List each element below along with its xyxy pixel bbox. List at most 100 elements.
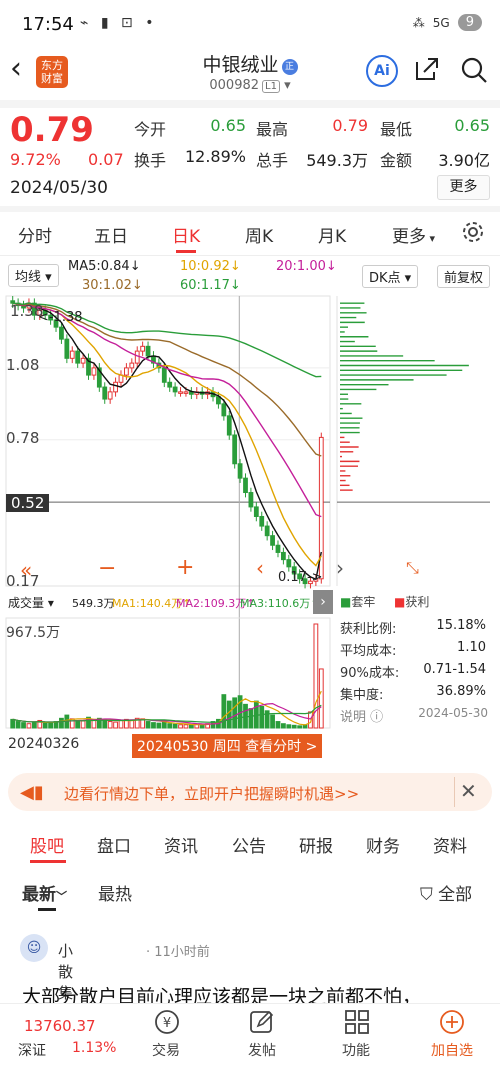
tab-research[interactable]: 研报	[299, 832, 333, 857]
fullscreen-icon[interactable]: ⤡	[406, 558, 419, 578]
chip-label-3: 90%成本:	[340, 662, 399, 681]
volume-bar	[157, 723, 161, 728]
nav-post[interactable]: 发帖	[232, 1040, 292, 1060]
chip-note[interactable]: 说明 ⓘ	[340, 706, 383, 725]
candle	[60, 327, 64, 339]
volume-bar	[27, 724, 31, 728]
volume-bar	[227, 701, 231, 728]
volume-max: 967.5万	[6, 622, 60, 642]
tab-monthly[interactable]: 月K	[318, 222, 346, 247]
price-axis-1: 1.08	[6, 356, 39, 374]
candle	[125, 368, 129, 375]
tab-news[interactable]: 资讯	[164, 832, 198, 857]
volume-bar	[271, 715, 275, 728]
volume-bar	[249, 709, 253, 728]
volume-bar	[76, 720, 80, 728]
feed-tab-hottest[interactable]: 最热	[98, 880, 132, 905]
volume-bar	[146, 722, 150, 728]
nav-functions[interactable]: 功能	[326, 1040, 386, 1060]
price-axis-2: 0.78	[6, 429, 39, 447]
candle	[146, 346, 150, 356]
volume-bar	[298, 726, 302, 728]
megaphone-icon: ◀▮	[20, 782, 44, 803]
high-marker: <-1.38	[38, 310, 83, 325]
more-quote-button[interactable]: 更多	[437, 175, 490, 200]
tab-profile[interactable]: 资料	[433, 832, 467, 857]
wifi-icon: ⁂	[413, 16, 425, 30]
volume-current: 549.3万	[72, 595, 115, 611]
chip-label-4: 集中度:	[340, 684, 383, 703]
volume-selector[interactable]: 成交量 ▾	[8, 594, 54, 611]
candle	[92, 368, 96, 375]
candle	[222, 404, 226, 416]
candle	[179, 392, 183, 394]
tab-daily[interactable]: 日K	[172, 222, 200, 247]
candle	[168, 382, 172, 387]
volume-bar	[11, 719, 15, 728]
open-label: 今开	[134, 116, 166, 140]
candle	[276, 545, 280, 552]
promo-banner[interactable]: ◀▮ 边看行情边下单，立即开户把握瞬时机遇>> ✕	[8, 773, 492, 811]
expand-chips-button[interactable]: ›	[313, 590, 333, 614]
change-amount: 0.07	[88, 150, 124, 169]
high-value: 0.79	[310, 116, 368, 135]
chip-value-2: 1.10	[420, 640, 486, 655]
feed-tab-indicator	[38, 908, 56, 911]
volume-bar	[60, 718, 64, 728]
scroll-left-icon[interactable]: ‹	[256, 556, 264, 580]
scroll-left-fast-icon[interactable]: «	[20, 558, 32, 582]
volume-bar	[152, 723, 156, 728]
cursor-date-button[interactable]: 20240530 周四 查看分时 >	[132, 734, 322, 758]
candle	[227, 416, 231, 435]
avatar[interactable]: ☺	[20, 934, 48, 962]
close-icon[interactable]: ✕	[460, 779, 477, 803]
tab-weekly[interactable]: 周K	[245, 222, 273, 247]
post-time: · 11小时前	[146, 941, 210, 960]
search-icon[interactable]	[460, 56, 488, 84]
zoom-in-icon[interactable]: +	[176, 555, 194, 580]
apps-icon[interactable]	[344, 1009, 370, 1035]
volume-bar	[282, 724, 286, 728]
tab-intraday[interactable]: 分时	[18, 222, 52, 247]
volume-bar	[108, 722, 112, 728]
tab-finance[interactable]: 财务	[366, 832, 400, 857]
chip-value-3: 0.71-1.54	[400, 662, 486, 677]
nav-add-watchlist[interactable]: 加自选	[422, 1040, 482, 1060]
candle	[287, 560, 291, 567]
quote-date: 2024/05/30	[10, 178, 108, 198]
ai-button[interactable]: Ai	[366, 55, 398, 87]
tab-more[interactable]: 更多 ▾	[392, 222, 435, 247]
tab-pankou[interactable]: 盘口	[97, 832, 131, 857]
share-icon[interactable]	[414, 56, 440, 82]
status-bar: 17:54 ⌁ ▮ ⊡ • ⁂ 5G 9	[0, 0, 500, 46]
gear-icon[interactable]	[461, 220, 485, 244]
candle	[282, 552, 286, 559]
zoom-out-icon[interactable]: −	[98, 556, 116, 581]
nav-trade[interactable]: 交易	[136, 1040, 196, 1060]
filter-button[interactable]: ⛉ 全部	[420, 880, 472, 905]
index-change: 1.13%	[72, 1040, 116, 1056]
stock-header: ‹ 东方 财富 中银绒业正 000982 L1 ▾ Ai	[0, 46, 500, 98]
add-watchlist-icon[interactable]	[439, 1009, 465, 1035]
ma5-line	[13, 303, 322, 579]
turnover-label: 换手	[134, 147, 166, 171]
post-icon[interactable]	[249, 1009, 275, 1035]
ma30-line	[13, 303, 322, 456]
divider	[454, 777, 455, 807]
tab-guba[interactable]: 股吧	[30, 832, 64, 857]
last-price: 0.79	[10, 110, 94, 150]
status-icons: ⁂ 5G 9	[413, 14, 482, 31]
scroll-right-icon[interactable]: ›	[336, 556, 344, 580]
volume-bar	[81, 721, 85, 728]
ma20-line	[13, 303, 322, 516]
chip-label-1: 获利比例:	[340, 618, 396, 637]
trade-icon[interactable]: ¥	[154, 1009, 180, 1035]
amount-value: 3.90亿	[428, 147, 490, 171]
candle	[81, 358, 85, 363]
feed-tab-newest[interactable]: 最新﹀	[22, 880, 67, 905]
tab-announcements[interactable]: 公告	[232, 832, 266, 857]
candle	[76, 351, 80, 363]
candle	[271, 536, 275, 546]
kline-chart[interactable]: 均线 ▾ MA5:0.84↓ 10:0.92↓ 20:1.00↓ 30:1.02…	[0, 256, 500, 756]
tab-5day[interactable]: 五日	[94, 222, 128, 247]
